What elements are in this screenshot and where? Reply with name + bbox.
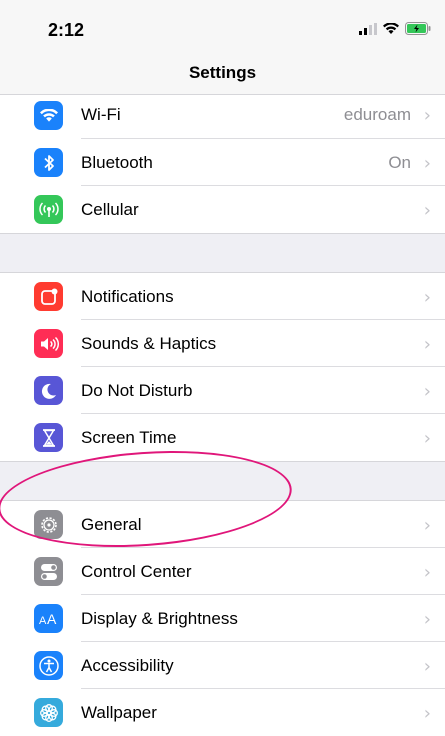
settings-row-label: Wi-Fi xyxy=(81,105,121,124)
settings-row-sounds-haptics[interactable]: Sounds & Haptics › xyxy=(0,320,445,367)
chevron-right-icon: › xyxy=(423,609,431,630)
svg-text:A: A xyxy=(39,615,47,626)
settings-row-display-brightness[interactable]: A A Display & Brightness › xyxy=(0,595,445,642)
settings-row-bluetooth[interactable]: Bluetooth On › xyxy=(0,139,445,186)
settings-row-control-center[interactable]: Control Center › xyxy=(0,548,445,595)
settings-row-label: Cellular xyxy=(81,200,139,219)
status-icons xyxy=(359,22,431,35)
settings-row-wallpaper[interactable]: Wallpaper › xyxy=(0,689,445,736)
chevron-right-icon: › xyxy=(423,200,431,221)
chevron-right-icon: › xyxy=(423,287,431,308)
wifi-icon xyxy=(34,101,63,130)
section-gap xyxy=(0,233,445,273)
chevron-right-icon: › xyxy=(423,334,431,355)
page-title: Settings xyxy=(188,63,257,82)
chevron-right-icon: › xyxy=(423,153,431,174)
toggles-icon xyxy=(34,557,63,586)
signal-icon xyxy=(359,22,377,35)
hourglass-icon xyxy=(34,423,63,452)
settings-row-wifi[interactable]: Wi-Fi eduroam › xyxy=(0,95,445,139)
settings-row-label: Display & Brightness xyxy=(81,609,238,628)
settings-list: Wi-Fi eduroam › Bluetooth On › Cellular … xyxy=(0,95,445,736)
moon-icon xyxy=(34,376,63,405)
settings-row-label: Accessibility xyxy=(81,656,174,675)
wifi-status-icon xyxy=(383,22,399,34)
svg-text:A: A xyxy=(47,612,57,626)
chevron-right-icon: › xyxy=(423,656,431,677)
chevron-right-icon: › xyxy=(423,703,431,724)
settings-row-notifications[interactable]: Notifications › xyxy=(0,273,445,320)
bluetooth-status-value: On xyxy=(388,153,411,172)
settings-row-label: Wallpaper xyxy=(81,703,157,722)
chevron-right-icon: › xyxy=(423,562,431,583)
chevron-right-icon: › xyxy=(423,515,431,536)
status-time: 2:12 xyxy=(48,20,85,40)
chevron-right-icon: › xyxy=(423,381,431,402)
cellular-icon xyxy=(34,195,63,224)
chevron-right-icon: › xyxy=(423,105,431,126)
bluetooth-icon xyxy=(34,148,63,177)
speaker-icon xyxy=(34,329,63,358)
notifications-icon xyxy=(34,282,63,311)
settings-row-label: Notifications xyxy=(81,287,174,306)
settings-row-accessibility[interactable]: Accessibility › xyxy=(0,642,445,689)
settings-row-label: Bluetooth xyxy=(81,153,153,172)
settings-row-cellular[interactable]: Cellular › xyxy=(0,186,445,233)
text-size-icon: A A xyxy=(34,604,63,633)
settings-row-label: Sounds & Haptics xyxy=(81,334,217,353)
settings-row-label: Screen Time xyxy=(81,428,177,447)
status-bar: 2:12 xyxy=(0,0,445,54)
settings-row-label: Do Not Disturb xyxy=(81,381,193,400)
wifi-network-value: eduroam xyxy=(343,105,411,124)
settings-row-label: Control Center xyxy=(81,562,192,581)
settings-row-do-not-disturb[interactable]: Do Not Disturb › xyxy=(0,367,445,414)
chevron-right-icon: › xyxy=(423,428,431,449)
accessibility-icon xyxy=(34,651,63,680)
battery-icon xyxy=(405,22,431,35)
navigation-bar: Settings xyxy=(0,54,445,95)
